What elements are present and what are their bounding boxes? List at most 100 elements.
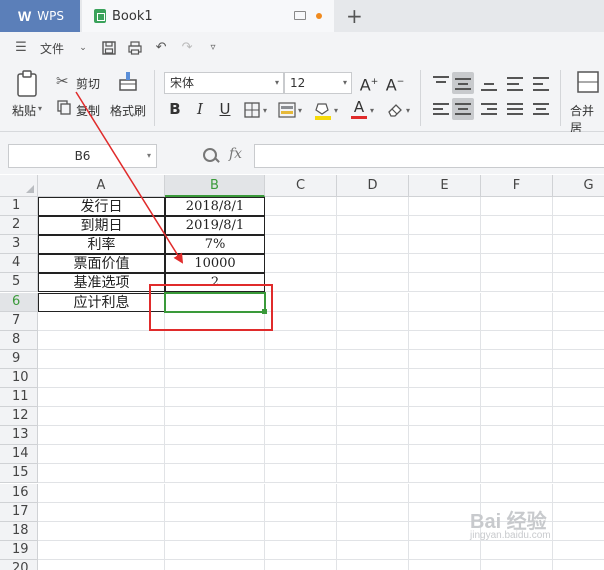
row-header-7[interactable]: 7 [0, 311, 38, 331]
column-header-b[interactable]: B [165, 175, 265, 197]
cell-e11[interactable] [409, 388, 481, 408]
borders-icon[interactable] [244, 102, 260, 118]
cell-e9[interactable] [409, 349, 481, 369]
cell-e12[interactable] [409, 407, 481, 427]
cell-e20[interactable] [409, 559, 481, 570]
cell-g10[interactable] [553, 369, 604, 388]
cell-d5[interactable] [337, 273, 409, 293]
row-header-8[interactable]: 8 [0, 330, 38, 350]
more-icon[interactable]: ▿ [206, 41, 220, 55]
cell-c10[interactable] [265, 368, 337, 388]
cell-b13[interactable] [165, 426, 265, 446]
column-header-e[interactable]: E [409, 175, 481, 197]
fill-color-icon[interactable] [314, 100, 332, 120]
row-header-1[interactable]: 1 [0, 197, 38, 216]
cell-a15[interactable] [38, 464, 165, 484]
new-tab-button[interactable]: + [346, 4, 363, 28]
cell-style-icon[interactable] [278, 102, 296, 118]
cell-b8[interactable] [165, 330, 265, 350]
shrink-font-button[interactable]: A− [384, 71, 406, 94]
cell-b15[interactable] [165, 464, 265, 484]
cell-f1[interactable] [481, 197, 553, 217]
chevron-down-icon[interactable]: ⌄ [76, 41, 90, 55]
monitor-icon[interactable] [294, 11, 306, 20]
align-top-button[interactable] [430, 72, 452, 94]
fx-icon[interactable]: fx [229, 146, 242, 162]
row-header-12[interactable]: 12 [0, 407, 38, 427]
document-tab-book1[interactable]: Book1 [82, 0, 334, 32]
cell-g16[interactable] [553, 484, 604, 503]
wrap-text-button[interactable] [530, 72, 552, 94]
cell-b19[interactable] [165, 540, 265, 560]
cell-a6[interactable]: 应计利息 [38, 292, 165, 312]
cell-g3[interactable] [553, 235, 604, 255]
cell-g18[interactable] [553, 522, 604, 541]
cell-d9[interactable] [337, 349, 409, 369]
undo-icon[interactable]: ↶ [154, 41, 168, 55]
cell-a14[interactable] [38, 445, 165, 465]
row-header-4[interactable]: 4 [0, 254, 38, 274]
cell-f19[interactable] [481, 540, 553, 560]
align-left-button[interactable] [430, 98, 452, 120]
row-header-17[interactable]: 17 [0, 502, 38, 522]
align-center-button[interactable] [452, 98, 474, 120]
cell-b9[interactable] [165, 349, 265, 369]
cell-d8[interactable] [337, 330, 409, 350]
cell-a11[interactable] [38, 388, 165, 408]
hamburger-icon[interactable]: ☰ [14, 41, 28, 55]
cell-c3[interactable] [265, 235, 337, 255]
redo-icon[interactable]: ↷ [180, 41, 194, 55]
cell-a5[interactable]: 基准选项 [38, 273, 165, 293]
cell-e6[interactable] [409, 292, 481, 312]
row-header-19[interactable]: 19 [0, 540, 38, 560]
cell-e2[interactable] [409, 216, 481, 236]
column-header-a[interactable]: A [38, 175, 165, 197]
cell-b17[interactable] [165, 502, 265, 522]
cell-d2[interactable] [337, 216, 409, 236]
row-header-5[interactable]: 5 [0, 273, 38, 293]
cell-a13[interactable] [38, 426, 165, 446]
cell-b18[interactable] [165, 521, 265, 541]
cell-g12[interactable] [553, 407, 604, 427]
column-header-d[interactable]: D [337, 175, 409, 197]
cell-f5[interactable] [481, 273, 553, 293]
cell-g5[interactable] [553, 273, 604, 293]
fill-color-dropdown-icon[interactable]: ▾ [334, 106, 338, 115]
merge-cells-button[interactable]: 合并居 [570, 102, 604, 136]
cell-f9[interactable] [481, 349, 553, 369]
cell-b2[interactable]: 2019/8/1 [165, 216, 265, 236]
cell-f8[interactable] [481, 330, 553, 350]
cell-b4[interactable]: 10000 [165, 254, 265, 274]
grow-font-button[interactable]: A+ [358, 71, 380, 94]
cell-c13[interactable] [265, 426, 337, 446]
cell-a12[interactable] [38, 407, 165, 427]
cell-a18[interactable] [38, 521, 165, 541]
cell-a10[interactable] [38, 368, 165, 388]
cell-e10[interactable] [409, 368, 481, 388]
align-middle-button[interactable] [452, 72, 474, 94]
cell-g13[interactable] [553, 426, 604, 446]
cell-c20[interactable] [265, 559, 337, 570]
cell-b10[interactable] [165, 368, 265, 388]
cell-e4[interactable] [409, 254, 481, 274]
row-header-11[interactable]: 11 [0, 388, 38, 407]
cut-button[interactable]: 剪切 [76, 75, 100, 92]
cell-style-dropdown-icon[interactable]: ▾ [298, 106, 302, 115]
column-header-c[interactable]: C [265, 175, 337, 197]
cell-c16[interactable] [265, 483, 337, 503]
cell-c4[interactable] [265, 254, 337, 274]
cell-a7[interactable] [38, 311, 165, 331]
chevron-down-icon[interactable]: ▾ [147, 145, 151, 167]
column-header-f[interactable]: F [481, 175, 553, 197]
cell-b3[interactable]: 7% [165, 235, 265, 255]
cell-c9[interactable] [265, 349, 337, 369]
cell-d7[interactable] [337, 311, 409, 331]
cell-c6[interactable] [265, 292, 337, 312]
cell-f6[interactable] [481, 292, 553, 312]
paste-icon[interactable] [16, 70, 40, 98]
cell-b12[interactable] [165, 407, 265, 427]
cell-c18[interactable] [265, 521, 337, 541]
cell-b11[interactable] [165, 388, 265, 408]
formula-input[interactable] [254, 144, 604, 168]
cell-d19[interactable] [337, 540, 409, 560]
